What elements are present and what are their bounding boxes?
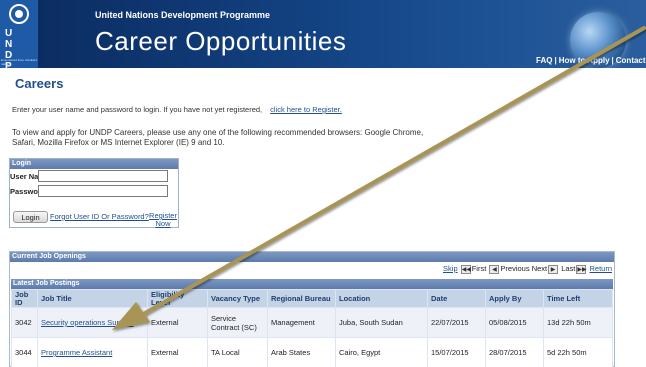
page-title: Careers	[15, 76, 64, 91]
location-cell: Cairo, Egypt	[335, 337, 428, 367]
column-header[interactable]: Job ID	[11, 289, 38, 308]
forgot-credentials-link[interactable]: Forgot User ID Or Password?	[50, 212, 149, 221]
column-header[interactable]: Vacancy Type	[207, 289, 268, 308]
eligibility-cell: External	[147, 337, 208, 367]
browser-recommendation: To view and apply for UNDP Careers, plea…	[12, 128, 424, 147]
jobs-table: Job ID Job Title Eligibility Level Vacan…	[11, 289, 613, 367]
job-id-cell: 3042	[11, 307, 38, 338]
time-left-cell: 5d 22h 50m	[543, 337, 613, 367]
column-header[interactable]: Apply By	[485, 289, 544, 308]
bureau-cell: Management	[267, 307, 336, 338]
previous-label[interactable]: Previous	[500, 264, 529, 273]
job-title-link[interactable]: Security operations Support	[37, 307, 148, 338]
date-cell: 22/07/2015	[427, 307, 486, 338]
column-header[interactable]: Date	[427, 289, 486, 308]
apply-by-cell: 28/07/2015	[485, 337, 544, 367]
column-header[interactable]: Eligibility Level	[147, 289, 208, 308]
bureau-cell: Arab States	[267, 337, 336, 367]
faq-link[interactable]: FAQ	[536, 56, 552, 65]
register-link[interactable]: click here to Register.	[270, 105, 342, 114]
location-cell: Juba, South Sudan	[335, 307, 428, 338]
next-page-icon[interactable]: ▶	[548, 264, 559, 274]
apply-by-cell: 05/08/2015	[485, 307, 544, 338]
intro-text: Enter your user name and password to log…	[12, 105, 342, 114]
site-title: Career Opportunities	[95, 26, 347, 56]
column-header[interactable]: Job Title	[37, 289, 148, 308]
org-name: United Nations Development Programme	[95, 10, 271, 20]
skip-link[interactable]: Skip	[443, 264, 458, 273]
login-button[interactable]: Login	[13, 211, 48, 223]
login-panel: Login User Name: Password: Login Forgot …	[9, 158, 179, 228]
vacancy-type-cell: TA Local	[207, 337, 268, 367]
first-page-icon[interactable]: ◀◀	[460, 264, 471, 274]
column-header[interactable]: Regional Bureau	[267, 289, 336, 308]
register-now-link[interactable]: Register Now	[148, 212, 178, 228]
eligibility-cell: External	[147, 307, 208, 338]
logo-tagline: Empowered lives. Resilient nations.	[1, 58, 38, 66]
time-left-cell: 13d 22h 50m	[543, 307, 613, 338]
last-page-icon[interactable]: ▶▶	[576, 264, 587, 274]
previous-page-icon[interactable]: ◀	[489, 264, 500, 274]
intro-message: Enter your user name and password to log…	[12, 105, 263, 114]
how-to-apply-link[interactable]: How to Apply	[559, 56, 610, 65]
top-links: FAQ | How to Apply | Contact	[536, 56, 646, 65]
next-label[interactable]: Next	[532, 264, 547, 273]
vacancy-type-cell: Service Contract (SC)	[207, 307, 268, 338]
table-row: 3044 Programme Assistant External TA Loc…	[11, 337, 613, 367]
latest-postings-header: Latest Job Postings	[11, 279, 613, 289]
job-openings-header: Current Job Openings	[10, 252, 614, 262]
table-row: 3042 Security operations Support Externa…	[11, 307, 613, 338]
column-header[interactable]: Time Left	[543, 289, 613, 308]
pager: Skip ◀◀First ◀ Previous Next ▶ Last ▶▶ Retu…	[443, 264, 612, 274]
date-cell: 15/07/2015	[427, 337, 486, 367]
password-field[interactable]	[38, 185, 168, 197]
username-field[interactable]	[38, 170, 168, 182]
link-separator: |	[554, 56, 557, 65]
contact-link[interactable]: Contact	[616, 56, 646, 65]
login-header: Login	[10, 159, 178, 169]
link-separator: |	[611, 56, 614, 65]
table-header-row: Job ID Job Title Eligibility Level Vacan…	[11, 289, 613, 308]
undp-logo[interactable]: U N D P Empowered lives. Resilient natio…	[0, 0, 38, 68]
return-link[interactable]: Return	[589, 264, 612, 273]
column-header[interactable]: Location	[335, 289, 428, 308]
un-emblem-icon	[9, 4, 29, 24]
site-header: U N D P Empowered lives. Resilient natio…	[0, 0, 646, 68]
job-openings-panel: Current Job Openings Skip ◀◀First ◀ Previ…	[9, 251, 615, 367]
first-label[interactable]: First	[472, 264, 487, 273]
job-id-cell: 3044	[11, 337, 38, 367]
last-label[interactable]: Last	[561, 264, 575, 273]
job-title-link[interactable]: Programme Assistant	[37, 337, 148, 367]
